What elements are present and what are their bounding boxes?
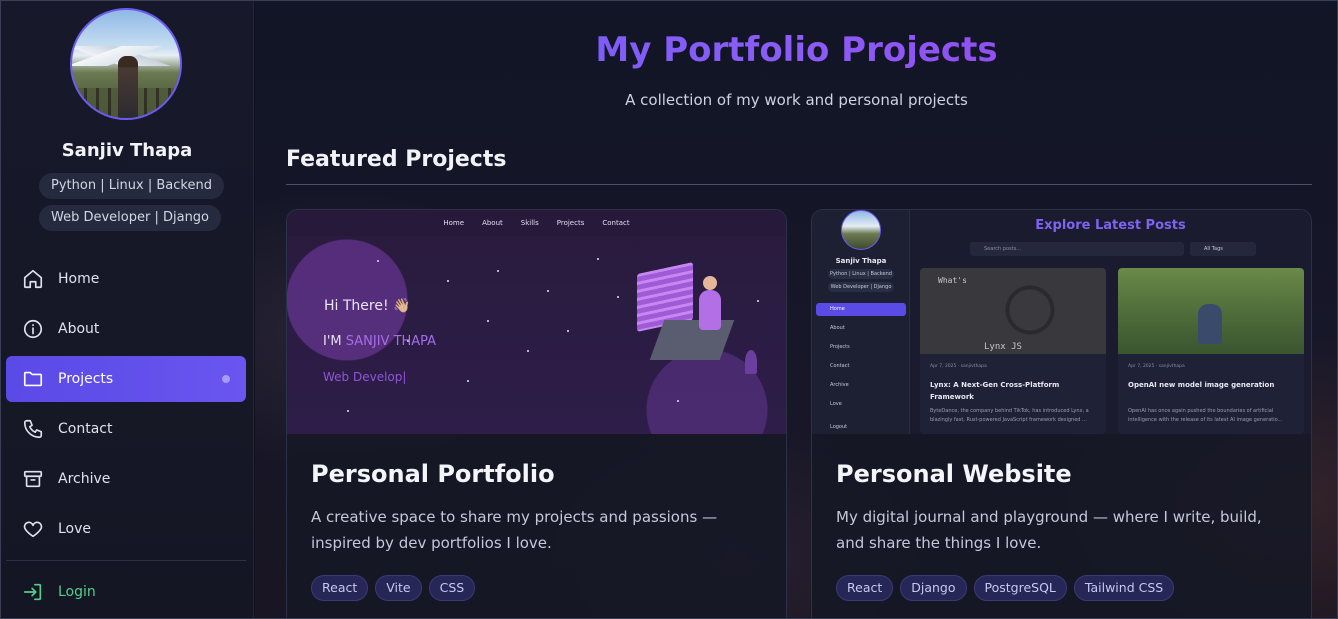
project-description: My digital journal and playground — wher… xyxy=(836,508,1262,552)
preview-nav: Home About Skills Projects Contact xyxy=(287,210,786,236)
sidebar-item-love[interactable]: Love xyxy=(6,506,246,552)
tech-tags: React Vite CSS xyxy=(311,575,476,601)
project-title[interactable]: Personal Portfolio xyxy=(311,460,555,488)
sidebar-item-label: Love xyxy=(58,521,92,537)
home-icon xyxy=(23,269,43,289)
main-content: My Portfolio Projects A collection of my… xyxy=(255,0,1338,619)
sidebar-nav: Home About Projects Contact Archive Love xyxy=(6,256,246,556)
preview-nav-item: Logout xyxy=(830,424,848,430)
page-title: My Portfolio Projects xyxy=(255,30,1338,70)
preview-post-desc: ByteDance, the company behind TikTok, ha… xyxy=(930,408,1089,423)
sidebar-item-projects[interactable]: Projects xyxy=(6,356,246,402)
sidebar-divider xyxy=(6,560,246,561)
profile-name: Sanjiv Thapa xyxy=(61,140,193,161)
tech-tag: Django xyxy=(900,575,967,601)
tech-tag: React xyxy=(311,575,369,601)
sidebar-item-label: About xyxy=(58,321,100,337)
preview-nav-item: Home xyxy=(443,219,465,227)
preview-sidebar: Sanjiv Thapa Python | Linux | Backend We… xyxy=(812,210,910,434)
preview-post-title: Lynx: A Next-Gen Cross-Platform Framewor… xyxy=(930,381,1060,401)
preview-nav-item: Contact xyxy=(830,363,850,369)
illustration-desk xyxy=(649,320,735,360)
preview-intro: I'M SANJIV THAPA xyxy=(323,334,436,349)
sidebar-item-label: Home xyxy=(58,271,100,287)
preview-nav-item: About xyxy=(830,325,845,331)
info-icon xyxy=(23,319,43,339)
project-card[interactable]: Sanjiv Thapa Python | Linux | Backend We… xyxy=(811,209,1312,619)
section-title: Featured Projects xyxy=(286,147,507,172)
folder-icon xyxy=(23,371,43,387)
preview-nav-item: Projects xyxy=(830,344,850,350)
sidebar-item-about[interactable]: About xyxy=(6,306,246,352)
preview-tag-filter: All Tags xyxy=(1190,242,1256,256)
preview-heading: Explore Latest Posts xyxy=(1035,218,1186,233)
preview-post-image xyxy=(1118,268,1304,354)
tech-tag: Vite xyxy=(375,575,422,601)
preview-nav-item: Skills xyxy=(520,219,539,227)
preview-search: Search posts... xyxy=(970,242,1184,256)
preview-post: Apr 7, 2025 · sanjivthapa OpenAI new mod… xyxy=(1118,268,1304,434)
preview-chip: Web Developer | Django xyxy=(828,282,894,292)
sidebar-item-home[interactable]: Home xyxy=(6,256,246,302)
login-button[interactable]: Login xyxy=(6,570,246,614)
preview-chip: Python | Linux | Backend xyxy=(828,269,894,279)
preview-post-title: OpenAI new model image generation xyxy=(1128,381,1275,389)
sidebar-item-contact[interactable]: Contact xyxy=(6,406,246,452)
tech-tags: React Django PostgreSQL Tailwind CSS xyxy=(836,575,1175,601)
section-divider xyxy=(286,184,1312,185)
project-title[interactable]: Personal Website xyxy=(836,460,1072,488)
preview-avatar xyxy=(841,210,881,250)
preview-name: Sanjiv Thapa xyxy=(835,257,887,265)
project-thumbnail[interactable]: Home About Skills Projects Contact Hi Th… xyxy=(287,210,786,434)
preview-post-desc: OpenAI has once again pushed the boundar… xyxy=(1128,408,1283,423)
sidebar: Sanjiv Thapa Python | Linux | Backend We… xyxy=(0,0,254,619)
phone-icon xyxy=(23,419,43,439)
sidebar-item-label: Projects xyxy=(58,371,114,387)
preview-nav-item: About xyxy=(482,219,503,227)
illustration-plant xyxy=(745,350,757,374)
preview-greeting: Hi There! 👋🏼 xyxy=(324,298,411,314)
sidebar-item-archive[interactable]: Archive xyxy=(6,456,246,502)
tech-tag: React xyxy=(836,575,894,601)
avatar[interactable] xyxy=(70,8,182,120)
skill-chip: Python | Linux | Backend xyxy=(39,173,224,199)
login-label: Login xyxy=(58,584,96,600)
tech-tag: Tailwind CSS xyxy=(1073,575,1175,601)
preview-intro-name: SANJIV THAPA xyxy=(345,334,437,349)
preview-intro-prefix: I'M xyxy=(323,334,346,349)
project-card[interactable]: Home About Skills Projects Contact Hi Th… xyxy=(286,209,787,619)
tech-tag: CSS xyxy=(428,575,476,601)
preview-nav-item: Contact xyxy=(602,219,630,227)
project-description: A creative space to share my projects an… xyxy=(311,508,718,552)
page-subtitle: A collection of my work and personal pro… xyxy=(625,91,968,109)
preview-post-image xyxy=(920,268,1106,354)
preview-post-meta: Apr 7, 2025 · sanjivthapa xyxy=(930,364,987,369)
preview-post: Apr 7, 2025 · sanjivthapa Lynx: A Next-G… xyxy=(920,268,1106,434)
preview-nav-item: Home xyxy=(816,303,906,316)
active-indicator xyxy=(222,375,230,383)
archive-icon xyxy=(23,470,43,488)
illustration-developer xyxy=(699,276,721,330)
heart-icon xyxy=(23,521,43,538)
preview-post-meta: Apr 7, 2025 · sanjivthapa xyxy=(1128,364,1185,369)
role-chip: Web Developer | Django xyxy=(39,205,222,231)
sidebar-item-label: Contact xyxy=(58,421,113,437)
sidebar-item-label: Archive xyxy=(58,471,111,487)
tech-tag: PostgreSQL xyxy=(973,575,1067,601)
preview-typing: Web Develop| xyxy=(323,370,407,384)
preview-nav-item: Love xyxy=(830,401,842,407)
login-icon xyxy=(23,583,42,601)
preview-nav-item: Archive xyxy=(830,382,849,388)
preview-nav-item: Projects xyxy=(556,219,585,227)
project-thumbnail[interactable]: Sanjiv Thapa Python | Linux | Backend We… xyxy=(812,210,1311,434)
